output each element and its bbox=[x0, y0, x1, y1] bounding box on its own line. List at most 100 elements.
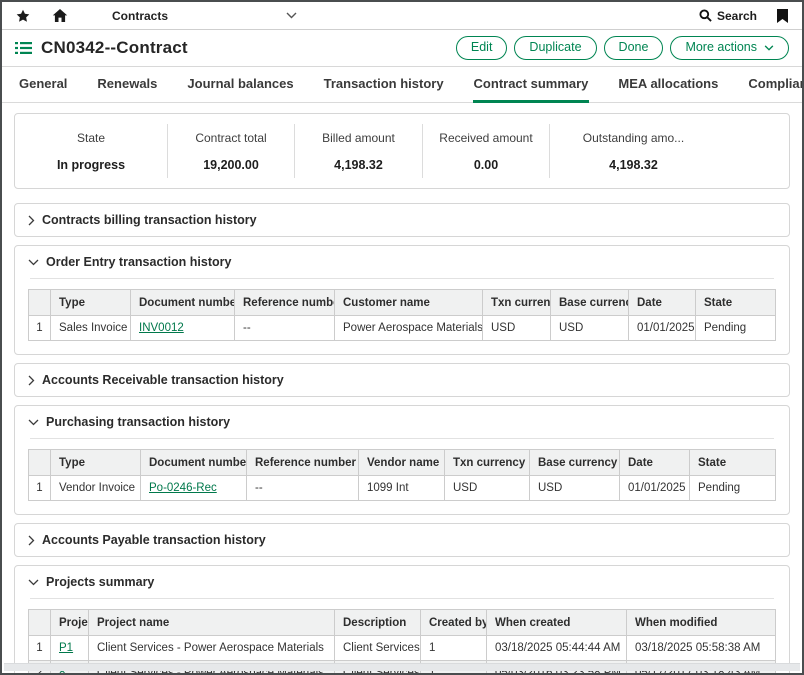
col-when-created[interactable]: When created bbox=[487, 610, 627, 636]
cell-state: Pending bbox=[696, 316, 776, 341]
home-icon[interactable] bbox=[52, 8, 68, 23]
section-projects-summary: Projects summary Project Project name De… bbox=[14, 565, 790, 675]
cell-when-created: 03/18/2025 05:44:44 AM bbox=[487, 636, 627, 661]
app-window: Contracts Search CN0342--Contract Edit bbox=[0, 0, 804, 675]
done-button[interactable]: Done bbox=[604, 36, 664, 60]
table-header-row: Project Project name Description Created… bbox=[29, 610, 776, 636]
col-type[interactable]: Type bbox=[51, 290, 131, 316]
favorites-star-icon[interactable] bbox=[16, 9, 30, 23]
cell-txn-currency: USD bbox=[483, 316, 551, 341]
section-title: Order Entry transaction history bbox=[46, 255, 231, 269]
col-rownum bbox=[29, 290, 51, 316]
col-type[interactable]: Type bbox=[51, 450, 141, 476]
col-vendor-name[interactable]: Vendor name bbox=[359, 450, 445, 476]
section-title: Accounts Payable transaction history bbox=[42, 533, 266, 547]
search-icon bbox=[699, 9, 712, 22]
section-purchasing: Purchasing transaction history Type Docu… bbox=[14, 405, 790, 515]
cell-project: P1 bbox=[51, 636, 89, 661]
section-toggle-order-entry[interactable]: Order Entry transaction history bbox=[28, 255, 776, 269]
summary-value: 19,200.00 bbox=[203, 158, 259, 172]
section-title: Accounts Receivable transaction history bbox=[42, 373, 284, 387]
section-toggle-purchasing[interactable]: Purchasing transaction history bbox=[28, 415, 776, 429]
col-when-modified[interactable]: When modified bbox=[627, 610, 776, 636]
section-toggle-projects-summary[interactable]: Projects summary bbox=[28, 575, 776, 589]
tab-general[interactable]: General bbox=[18, 76, 68, 103]
section-contracts-billing: Contracts billing transaction history bbox=[14, 203, 790, 237]
col-txn-currency[interactable]: Txn currency bbox=[483, 290, 551, 316]
page-title: CN0342--Contract bbox=[41, 38, 188, 58]
col-state[interactable]: State bbox=[696, 290, 776, 316]
summary-value: 0.00 bbox=[474, 158, 498, 172]
document-number-link[interactable]: Po-0246-Rec bbox=[149, 482, 217, 494]
col-customer-name[interactable]: Customer name bbox=[335, 290, 483, 316]
section-title: Purchasing transaction history bbox=[46, 415, 230, 429]
purchasing-table: Type Document number Reference number Ve… bbox=[28, 449, 776, 501]
edit-button[interactable]: Edit bbox=[456, 36, 508, 60]
col-date[interactable]: Date bbox=[620, 450, 690, 476]
tab-mea-allocations[interactable]: MEA allocations bbox=[617, 76, 719, 103]
summary-billed-amount: Billed amount 4,198.32 bbox=[294, 124, 422, 178]
col-reference-number[interactable]: Reference number bbox=[235, 290, 335, 316]
tab-contract-summary[interactable]: Contract summary bbox=[473, 76, 590, 103]
contract-summary-strip: State In progress Contract total 19,200.… bbox=[14, 113, 790, 189]
col-project[interactable]: Project bbox=[51, 610, 89, 636]
more-actions-button[interactable]: More actions bbox=[670, 36, 789, 60]
chevron-right-icon bbox=[28, 215, 35, 226]
document-number-link[interactable]: INV0012 bbox=[139, 322, 184, 334]
section-toggle-accounts-receivable[interactable]: Accounts Receivable transaction history bbox=[28, 373, 776, 387]
col-base-currency[interactable]: Base currency bbox=[551, 290, 629, 316]
table-row: 1 Vendor Invoice Po-0246-Rec -- 1099 Int… bbox=[29, 476, 776, 501]
chevron-down-icon bbox=[286, 12, 297, 19]
col-description[interactable]: Description bbox=[335, 610, 421, 636]
cell-state: Pending bbox=[690, 476, 776, 501]
summary-label: Contract total bbox=[195, 131, 266, 145]
cell-when-modified: 03/18/2025 05:58:38 AM bbox=[627, 636, 776, 661]
cell-reference-number: -- bbox=[235, 316, 335, 341]
chevron-down-icon bbox=[28, 579, 39, 586]
global-search[interactable]: Search bbox=[699, 9, 757, 23]
tab-compliance[interactable]: Compliance bbox=[747, 76, 804, 103]
row-number: 1 bbox=[29, 316, 51, 341]
summary-label: State bbox=[77, 131, 105, 145]
search-label: Search bbox=[717, 9, 757, 23]
summary-state: State In progress bbox=[15, 124, 167, 178]
module-dropdown[interactable]: Contracts bbox=[90, 9, 297, 23]
tab-renewals[interactable]: Renewals bbox=[96, 76, 158, 103]
summary-filler bbox=[717, 124, 789, 178]
top-bar: Contracts Search bbox=[2, 2, 802, 30]
col-reference-number[interactable]: Reference number bbox=[247, 450, 359, 476]
record-list-icon[interactable] bbox=[15, 41, 32, 55]
summary-value: 4,198.32 bbox=[609, 158, 658, 172]
project-link[interactable]: P1 bbox=[59, 642, 73, 654]
cell-base-currency: USD bbox=[530, 476, 620, 501]
bookmark-icon[interactable] bbox=[777, 9, 788, 23]
tab-journal-balances[interactable]: Journal balances bbox=[186, 76, 294, 103]
row-number: 1 bbox=[29, 476, 51, 501]
summary-label: Outstanding amo... bbox=[583, 131, 684, 145]
summary-label: Received amount bbox=[439, 131, 532, 145]
section-toggle-accounts-payable[interactable]: Accounts Payable transaction history bbox=[28, 533, 776, 547]
tab-transaction-history[interactable]: Transaction history bbox=[323, 76, 445, 103]
cell-base-currency: USD bbox=[551, 316, 629, 341]
col-document-number[interactable]: Document number bbox=[141, 450, 247, 476]
table-header-row: Type Document number Reference number Ve… bbox=[29, 450, 776, 476]
cell-document-number: INV0012 bbox=[131, 316, 235, 341]
col-date[interactable]: Date bbox=[629, 290, 696, 316]
edit-button-label: Edit bbox=[471, 41, 493, 55]
summary-received-amount: Received amount 0.00 bbox=[422, 124, 549, 178]
cell-project-name: Client Services - Power Aerospace Materi… bbox=[89, 636, 335, 661]
col-txn-currency[interactable]: Txn currency bbox=[445, 450, 530, 476]
section-toggle-contracts-billing[interactable]: Contracts billing transaction history bbox=[28, 213, 776, 227]
section-title: Projects summary bbox=[46, 575, 154, 589]
cell-date: 01/01/2025 bbox=[620, 476, 690, 501]
horizontal-scrollbar[interactable] bbox=[4, 663, 800, 671]
summary-contract-total: Contract total 19,200.00 bbox=[167, 124, 294, 178]
col-project-name[interactable]: Project name bbox=[89, 610, 335, 636]
col-created-by[interactable]: Created by bbox=[421, 610, 487, 636]
col-base-currency[interactable]: Base currency bbox=[530, 450, 620, 476]
col-rownum bbox=[29, 450, 51, 476]
duplicate-button[interactable]: Duplicate bbox=[514, 36, 596, 60]
col-state[interactable]: State bbox=[690, 450, 776, 476]
tab-content: State In progress Contract total 19,200.… bbox=[2, 103, 802, 675]
col-document-number[interactable]: Document number bbox=[131, 290, 235, 316]
